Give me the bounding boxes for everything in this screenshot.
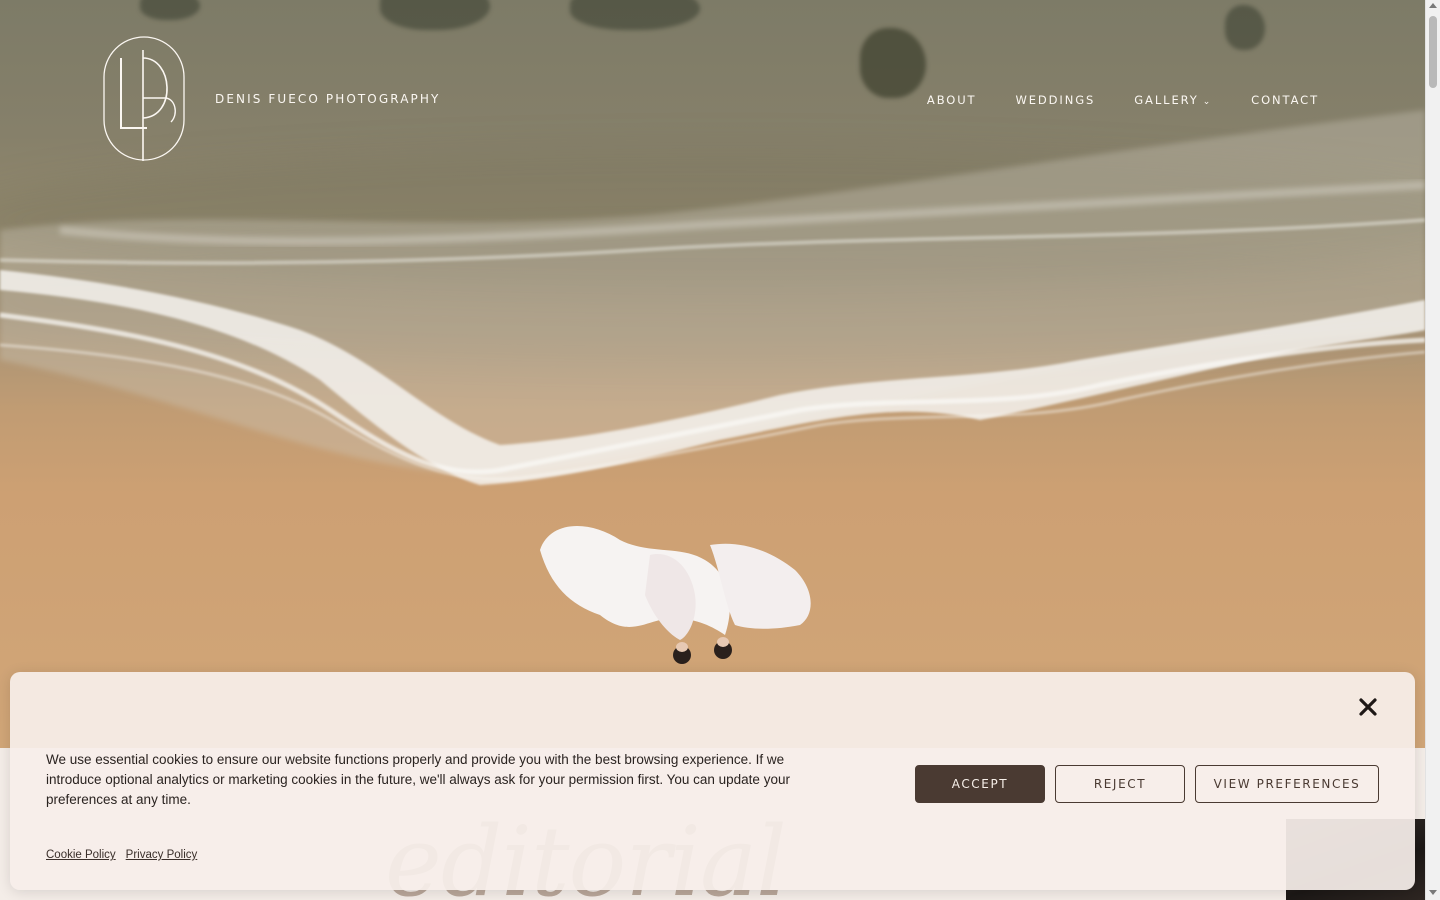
close-icon[interactable] (1357, 696, 1379, 718)
cookie-message: We use essential cookies to ensure our w… (46, 752, 790, 807)
main-nav: ABOUT WEDDINGS GALLERY ⌄ CONTACT (927, 93, 1319, 107)
privacy-policy-link[interactable]: Privacy Policy (126, 849, 198, 861)
nav-weddings[interactable]: WEDDINGS (1015, 93, 1095, 107)
cookie-links: Cookie Policy Privacy Policy (46, 849, 197, 861)
df-monogram-logo[interactable] (103, 36, 185, 161)
scroll-up-arrow-icon[interactable] (1429, 3, 1437, 8)
accept-button[interactable]: ACCEPT (915, 765, 1045, 803)
brides-figure (540, 526, 811, 664)
cookie-banner: We use essential cookies to ensure our w… (10, 672, 1415, 890)
vertical-scrollbar[interactable] (1425, 0, 1440, 900)
nav-label: CONTACT (1251, 93, 1319, 107)
scrollbar-thumb[interactable] (1429, 16, 1437, 88)
chevron-down-icon: ⌄ (1202, 96, 1213, 107)
nav-contact[interactable]: CONTACT (1251, 93, 1319, 107)
page-viewport: DENIS FUECO PHOTOGRAPHY ABOUT WEDDINGS G… (0, 0, 1425, 900)
nav-label: GALLERY (1134, 93, 1199, 107)
nav-label: ABOUT (926, 93, 977, 107)
nav-about[interactable]: ABOUT (927, 93, 977, 107)
nav-gallery[interactable]: GALLERY ⌄ (1134, 93, 1212, 107)
reject-button[interactable]: REJECT (1055, 765, 1185, 803)
cookie-policy-link[interactable]: Cookie Policy (46, 849, 116, 861)
view-preferences-button[interactable]: VIEW PREFERENCES (1195, 765, 1379, 803)
site-title[interactable]: DENIS FUECO PHOTOGRAPHY (215, 92, 440, 106)
nav-label: WEDDINGS (1015, 93, 1096, 107)
scroll-down-arrow-icon[interactable] (1429, 890, 1437, 895)
hero-photo (0, 0, 1425, 748)
